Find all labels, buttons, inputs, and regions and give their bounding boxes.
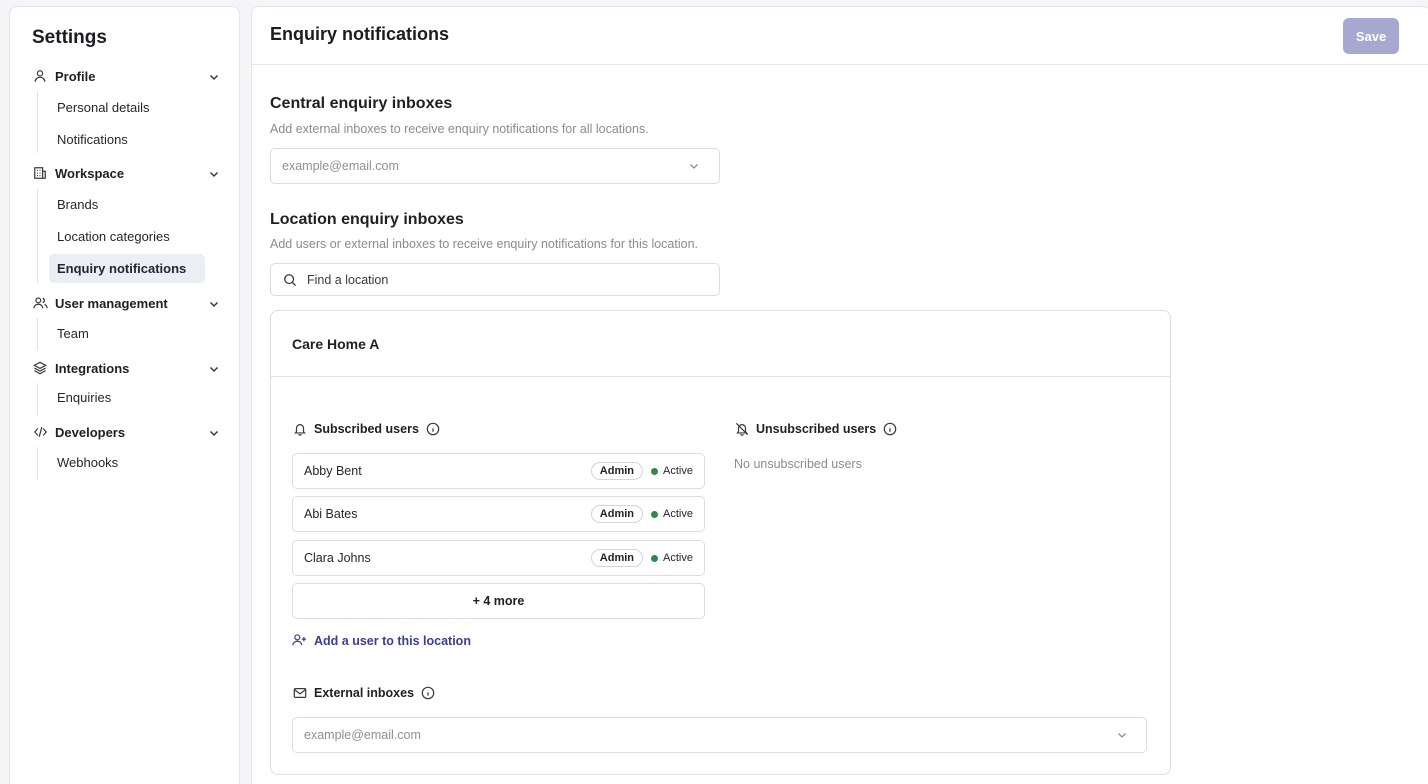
add-user-link[interactable]: Add a user to this location: [292, 633, 471, 649]
nav-group-label: Workspace: [55, 165, 125, 181]
chevron-down-icon: [688, 160, 700, 172]
subscribed-users-heading: Subscribed users: [292, 421, 440, 437]
subscribed-user-row[interactable]: Clara Johns Admin Active: [292, 540, 705, 576]
nav-group-integrations[interactable]: Integrations: [32, 357, 220, 379]
nav-group-developers[interactable]: Developers: [32, 421, 220, 443]
sidebar-item-enquiry-notifications[interactable]: Enquiry notifications: [49, 254, 205, 283]
nav-sub-integrations: Enquiries: [37, 383, 111, 415]
page-header: Enquiry notifications Save: [252, 7, 1428, 65]
nav-group-label: Integrations: [55, 360, 130, 376]
info-icon[interactable]: [426, 422, 440, 436]
nav-group-label: Developers: [55, 424, 126, 440]
bell-icon: [292, 421, 308, 437]
nav-sub-profile: Personal details Notifications: [37, 91, 150, 153]
mail-icon: [292, 685, 308, 701]
nav-sub-developers: Webhooks: [37, 447, 118, 479]
chevron-down-icon: [1116, 729, 1128, 741]
user-name: Clara Johns: [304, 551, 371, 565]
central-inboxes-description: Add external inboxes to receive enquiry …: [270, 122, 649, 136]
main-panel: Enquiry notifications Save Central enqui…: [251, 6, 1428, 784]
unsubscribed-users-title: Unsubscribed users: [756, 422, 877, 436]
sidebar-item-notifications[interactable]: Notifications: [49, 125, 205, 154]
user-icon: [32, 68, 48, 84]
sidebar-item-webhooks[interactable]: Webhooks: [49, 448, 205, 477]
status-indicator: Active: [651, 465, 693, 477]
sidebar-item-team[interactable]: Team: [49, 319, 205, 348]
chevron-down-icon: [208, 297, 220, 309]
users-icon: [32, 295, 48, 311]
sidebar-title: Settings: [32, 27, 107, 48]
page-title: Enquiry notifications: [270, 24, 450, 44]
external-email-placeholder: example@email.com: [304, 728, 421, 742]
status-dot: [651, 467, 659, 475]
chevron-down-icon: [208, 70, 220, 82]
subscribed-users-title: Subscribed users: [314, 422, 419, 436]
nav-group-workspace[interactable]: Workspace: [32, 162, 220, 184]
chevron-down-icon: [208, 362, 220, 374]
info-icon[interactable]: [883, 422, 897, 436]
nav-sub-workspace: Brands Location categories Enquiry notif…: [37, 188, 205, 284]
save-button[interactable]: Save: [1343, 18, 1399, 54]
nav-group-label: User management: [55, 295, 168, 311]
location-inboxes-title: Location enquiry inboxes: [270, 211, 464, 228]
chevron-down-icon: [208, 426, 220, 438]
role-badge: Admin: [590, 462, 644, 480]
status-indicator: Active: [651, 552, 693, 564]
sidebar-item-location-categories[interactable]: Location categories: [49, 222, 205, 251]
sidebar-item-personal-details[interactable]: Personal details: [49, 93, 205, 122]
code-icon: [32, 424, 48, 440]
user-plus-icon: [292, 633, 308, 649]
add-user-label: Add a user to this location: [314, 634, 471, 648]
central-email-placeholder: example@email.com: [282, 159, 399, 173]
user-name: Abby Bent: [304, 464, 362, 478]
subscribed-user-row[interactable]: Abby Bent Admin Active: [292, 453, 705, 489]
nav-sub-user-management: Team: [37, 318, 89, 350]
role-badge: Admin: [590, 549, 644, 567]
unsubscribed-empty-state: No unsubscribed users: [734, 457, 862, 471]
status-text: Active: [663, 552, 693, 564]
location-card-header: Care Home A: [271, 311, 1170, 377]
external-inboxes-heading: External inboxes: [292, 685, 435, 701]
external-inboxes-title: External inboxes: [314, 686, 415, 700]
unsubscribed-users-heading: Unsubscribed users: [734, 421, 897, 437]
nav-group-label: Profile: [55, 68, 96, 84]
show-more-users-button[interactable]: + 4 more: [292, 583, 705, 619]
location-name: Care Home A: [292, 336, 380, 352]
location-search-input[interactable]: Find a location: [270, 263, 720, 296]
sidebar-item-enquiries[interactable]: Enquiries: [49, 383, 205, 412]
search-icon: [283, 273, 297, 287]
nav-group-profile[interactable]: Profile: [32, 65, 220, 87]
central-inboxes-title: Central enquiry inboxes: [270, 95, 453, 112]
status-indicator: Active: [651, 508, 693, 520]
user-name: Abi Bates: [304, 507, 358, 521]
settings-sidebar: Settings Profile Personal details Notifi…: [9, 6, 240, 784]
bell-off-icon: [734, 421, 750, 437]
status-dot: [651, 510, 659, 518]
building-icon: [32, 165, 48, 181]
layers-icon: [32, 360, 48, 376]
status-dot: [651, 554, 659, 562]
sidebar-item-brands[interactable]: Brands: [49, 190, 205, 219]
central-email-select[interactable]: example@email.com: [270, 148, 720, 184]
external-email-select[interactable]: example@email.com: [292, 717, 1147, 753]
status-text: Active: [663, 465, 693, 477]
location-search-placeholder: Find a location: [307, 272, 389, 287]
nav-group-user-management[interactable]: User management: [32, 292, 220, 314]
location-inboxes-description: Add users or external inboxes to receive…: [270, 237, 699, 251]
info-icon[interactable]: [421, 686, 435, 700]
location-card: Care Home A Subscribed users Abby Bent A…: [270, 310, 1171, 775]
subscribed-user-row[interactable]: Abi Bates Admin Active: [292, 496, 705, 532]
chevron-down-icon: [208, 167, 220, 179]
role-badge: Admin: [590, 505, 644, 523]
status-text: Active: [663, 508, 693, 520]
